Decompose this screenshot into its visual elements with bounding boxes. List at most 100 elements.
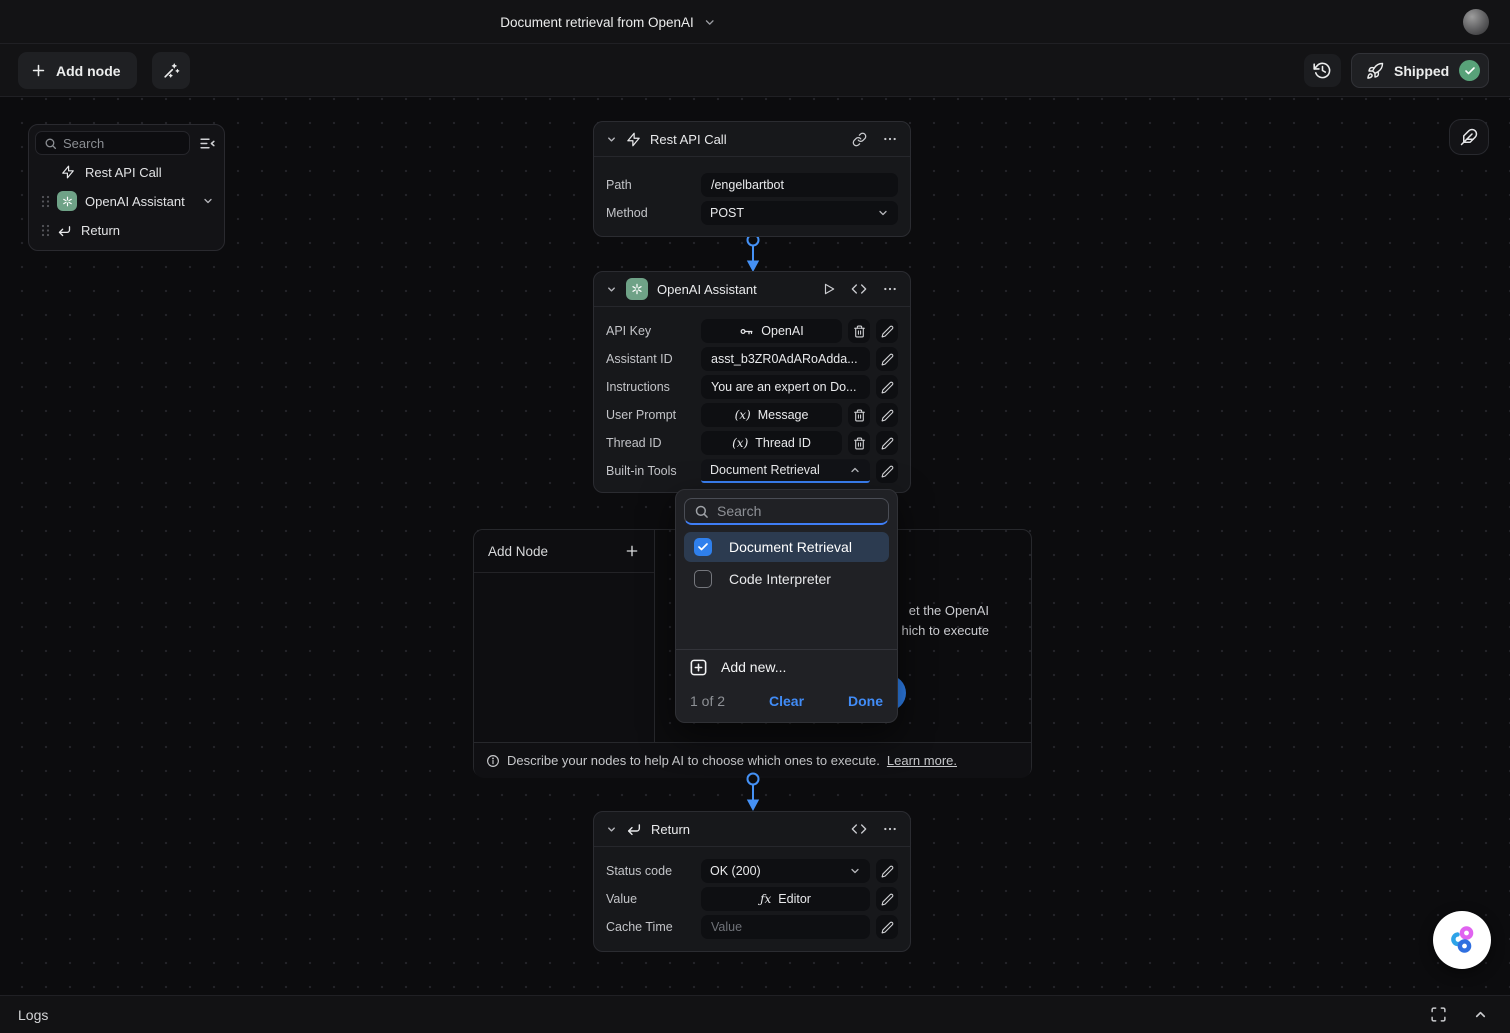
drag-handle-icon[interactable] bbox=[39, 224, 51, 237]
code-icon[interactable] bbox=[851, 281, 867, 297]
add-node-button[interactable]: Add node bbox=[18, 52, 137, 89]
thread-id-pill[interactable]: (x) Thread ID bbox=[701, 431, 842, 455]
rocket-icon bbox=[1366, 62, 1384, 80]
plus-icon bbox=[30, 62, 47, 79]
path-input[interactable] bbox=[701, 173, 898, 197]
method-select[interactable]: POST bbox=[701, 201, 898, 225]
api-key-value: OpenAI bbox=[761, 324, 803, 338]
magic-wand-button[interactable] bbox=[152, 52, 190, 89]
edit-icon[interactable] bbox=[876, 431, 898, 455]
buildship-logo-button[interactable] bbox=[1433, 911, 1491, 969]
built-in-tools-select[interactable]: Document Retrieval bbox=[701, 459, 870, 483]
edit-icon[interactable] bbox=[876, 915, 898, 939]
chevron-down-icon[interactable] bbox=[202, 195, 214, 207]
field-label-assistant-id: Assistant ID bbox=[606, 352, 695, 366]
dropdown-search bbox=[684, 498, 889, 525]
add-node-placeholder[interactable]: Add Node bbox=[474, 530, 655, 742]
lightning-icon bbox=[57, 165, 79, 179]
edit-icon[interactable] bbox=[876, 887, 898, 911]
edit-icon[interactable] bbox=[876, 459, 898, 483]
instructions-input[interactable] bbox=[701, 375, 870, 399]
edit-icon[interactable] bbox=[876, 347, 898, 371]
palette-item-rest-api-call[interactable]: Rest API Call bbox=[35, 160, 218, 184]
built-in-tools-dropdown: Document Retrieval Code Interpreter Add … bbox=[675, 489, 898, 723]
palette-item-openai-assistant[interactable]: OpenAI Assistant bbox=[35, 189, 218, 213]
user-prompt-pill[interactable]: (x) Message bbox=[701, 403, 842, 427]
palette-item-label: Return bbox=[81, 223, 218, 238]
node-title: Rest API Call bbox=[650, 132, 843, 147]
more-options-icon[interactable] bbox=[882, 821, 898, 837]
built-in-tools-value: Document Retrieval bbox=[710, 463, 843, 477]
clear-button[interactable]: Clear bbox=[769, 693, 804, 709]
field-label-value: Value bbox=[606, 892, 695, 906]
add-node-placeholder-label: Add Node bbox=[488, 544, 624, 559]
node-palette: Rest API Call OpenAI Assistant Re bbox=[28, 124, 225, 251]
logs-bar[interactable]: Logs bbox=[0, 995, 1510, 1033]
dropdown-search-input[interactable] bbox=[717, 503, 879, 519]
palette-search-input[interactable] bbox=[63, 136, 181, 151]
status-code-select[interactable]: OK (200) bbox=[701, 859, 870, 883]
field-label-cache-time: Cache Time bbox=[606, 920, 695, 934]
search-icon bbox=[694, 504, 709, 519]
variable-icon: (x) bbox=[735, 408, 751, 422]
edit-icon[interactable] bbox=[876, 375, 898, 399]
history-button[interactable] bbox=[1304, 54, 1341, 87]
dropdown-option-label: Code Interpreter bbox=[729, 571, 831, 587]
collapse-node-icon[interactable] bbox=[606, 824, 617, 835]
field-label-api-key: API Key bbox=[606, 324, 695, 338]
info-icon bbox=[486, 754, 500, 768]
avatar[interactable] bbox=[1463, 9, 1489, 35]
value-editor-button[interactable]: ƒx Editor bbox=[701, 887, 870, 911]
delete-icon[interactable] bbox=[848, 431, 870, 455]
more-options-icon[interactable] bbox=[882, 281, 898, 297]
status-code-value: OK (200) bbox=[710, 864, 843, 878]
node-rest-api-call[interactable]: Rest API Call Path Method POST bbox=[593, 121, 911, 237]
done-button[interactable]: Done bbox=[848, 693, 883, 709]
history-icon bbox=[1313, 61, 1332, 80]
assistant-id-input[interactable] bbox=[701, 347, 870, 371]
drag-handle-icon[interactable] bbox=[39, 195, 51, 208]
node-return[interactable]: Return Status code OK (200) bbox=[593, 811, 911, 952]
add-new-option[interactable]: Add new... bbox=[676, 650, 897, 684]
checkbox-unchecked-icon[interactable] bbox=[694, 570, 712, 588]
flow-title-menu[interactable]: Document retrieval from OpenAI bbox=[500, 0, 716, 44]
annotate-pen-button[interactable] bbox=[1449, 119, 1489, 155]
dropdown-option-document-retrieval[interactable]: Document Retrieval bbox=[684, 532, 889, 562]
chevron-up-icon bbox=[849, 464, 861, 476]
delete-icon[interactable] bbox=[848, 403, 870, 427]
dropdown-option-label: Document Retrieval bbox=[729, 539, 852, 555]
palette-item-label: OpenAI Assistant bbox=[85, 194, 202, 209]
checkbox-checked-icon[interactable] bbox=[694, 538, 712, 556]
fx-icon: ƒx bbox=[760, 892, 771, 906]
cache-time-input[interactable] bbox=[701, 915, 870, 939]
edit-icon[interactable] bbox=[876, 403, 898, 427]
palette-item-label: Rest API Call bbox=[85, 165, 218, 180]
fullscreen-icon[interactable] bbox=[1430, 1006, 1447, 1023]
dropdown-footer: 1 of 2 Clear Done bbox=[676, 684, 897, 722]
node-title: OpenAI Assistant bbox=[657, 282, 813, 297]
plus-icon[interactable] bbox=[624, 543, 640, 559]
palette-search bbox=[35, 131, 190, 155]
chevron-up-icon[interactable] bbox=[1473, 1007, 1488, 1022]
collapse-panel-icon[interactable] bbox=[196, 132, 218, 154]
palette-item-return[interactable]: Return bbox=[35, 218, 218, 242]
code-icon[interactable] bbox=[851, 821, 867, 837]
dropdown-option-code-interpreter[interactable]: Code Interpreter bbox=[684, 564, 889, 594]
shipped-check-icon bbox=[1459, 60, 1480, 81]
delete-icon[interactable] bbox=[848, 319, 870, 343]
api-key-pill[interactable]: OpenAI bbox=[701, 319, 842, 343]
more-options-icon[interactable] bbox=[882, 131, 898, 147]
edit-icon[interactable] bbox=[876, 319, 898, 343]
link-icon[interactable] bbox=[852, 132, 867, 147]
learn-more-link[interactable]: Learn more. bbox=[887, 753, 957, 768]
node-openai-assistant[interactable]: OpenAI Assistant API Key bbox=[593, 271, 911, 493]
collapse-node-icon[interactable] bbox=[606, 284, 617, 295]
edit-icon[interactable] bbox=[876, 859, 898, 883]
run-node-icon[interactable] bbox=[822, 282, 836, 296]
shipped-button[interactable]: Shipped bbox=[1351, 53, 1489, 88]
collapse-node-icon[interactable] bbox=[606, 134, 617, 145]
flow-canvas[interactable]: Rest API Call OpenAI Assistant Re bbox=[0, 97, 1510, 995]
field-label-instructions: Instructions bbox=[606, 380, 695, 394]
chevron-down-icon bbox=[703, 16, 716, 29]
chevron-down-icon bbox=[849, 865, 861, 877]
